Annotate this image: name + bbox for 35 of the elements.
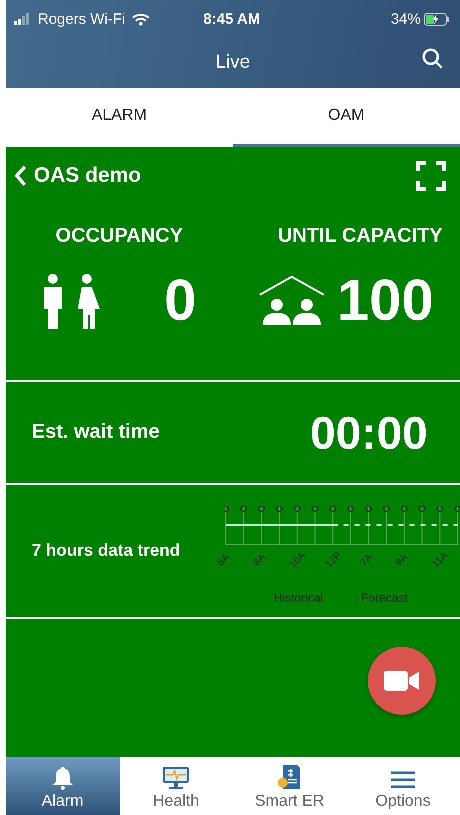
- video-camera-icon: [384, 669, 420, 693]
- battery-charging-icon: [424, 12, 450, 26]
- signal-icon: [14, 13, 32, 25]
- wifi-icon: [132, 12, 150, 26]
- search-icon: [422, 48, 444, 70]
- carrier-name: Rogers Wi-Fi: [38, 10, 126, 28]
- battery-percent: 34%: [390, 10, 421, 28]
- legend-label: Historical: [274, 591, 324, 605]
- stat-label: OCCUPANCY: [56, 225, 184, 248]
- wait-value: 00:00: [310, 406, 428, 460]
- stat-value: 0: [164, 272, 197, 330]
- monitor-icon: [162, 766, 190, 790]
- axis-label: 8A: [252, 552, 268, 569]
- axis-label: 6A: [216, 552, 232, 569]
- video-camera-button[interactable]: [368, 647, 436, 715]
- fullscreen-icon[interactable]: [416, 161, 446, 191]
- bill-icon: [276, 764, 303, 790]
- axis-label: 12P: [324, 550, 344, 571]
- stat-label: UNTIL CAPACITY: [278, 225, 443, 248]
- axis-label: 10A: [288, 550, 308, 571]
- clock-time: 8:45 AM: [204, 10, 260, 28]
- chevron-left-icon: [14, 165, 28, 187]
- axis-label: 11A: [430, 550, 451, 570]
- page-title: Live: [216, 52, 250, 74]
- bell-icon: [52, 766, 74, 790]
- house-people-icon: [259, 275, 326, 327]
- axis-label: 9A: [394, 552, 411, 569]
- wait-label: Est. wait time: [32, 421, 160, 444]
- back-button[interactable]: OAS demo: [14, 164, 142, 188]
- axis-label: 7A: [358, 552, 376, 569]
- nav-tab[interactable]: Alarm: [6, 757, 120, 815]
- stat-value: 100: [337, 272, 434, 330]
- legend-label: Forecast: [361, 591, 408, 605]
- trend-label: 7 hours data trend: [32, 541, 180, 561]
- menu-icon: [390, 770, 416, 790]
